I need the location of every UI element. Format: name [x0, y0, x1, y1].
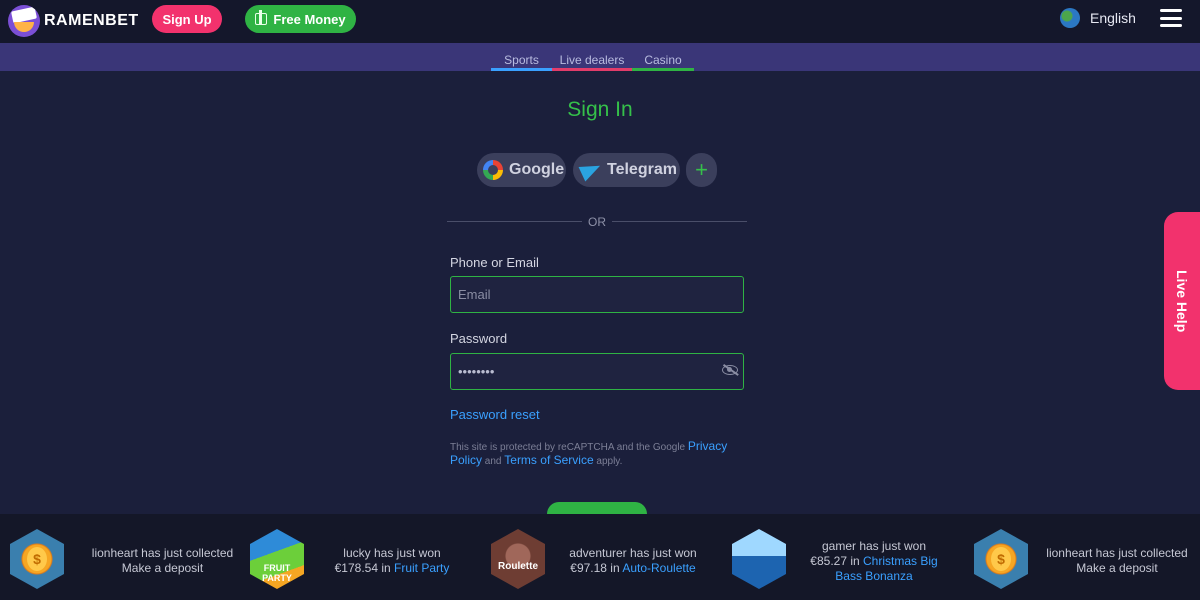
password-reset-link[interactable]: Password reset: [450, 407, 540, 422]
gift-icon: [255, 10, 268, 25]
category-tabs-bar: Sports Live dealers Casino: [0, 43, 1200, 71]
live-help-label: Live Help: [1174, 269, 1190, 333]
page-title: Sign In: [567, 98, 633, 121]
logo[interactable]: RAMENBET: [8, 5, 139, 37]
ticker-item[interactable]: Roulette adventurer has just won €97.18 …: [491, 514, 711, 600]
ticker-item[interactable]: gamer has just won €85.27 in Christmas B…: [732, 514, 962, 600]
telegram-label: Telegram: [607, 161, 677, 178]
ramen-bowl-icon: [8, 5, 40, 37]
password-label: Password: [450, 331, 508, 346]
language-selector[interactable]: English: [1060, 8, 1136, 28]
captcha-and: and: [482, 456, 505, 467]
plus-icon: +: [695, 157, 708, 182]
ticker-text: lionheart has just collected Make a depo…: [91, 546, 234, 575]
phone-email-label: Phone or Email: [450, 255, 539, 270]
captcha-prefix: This site is protected by reCAPTCHA and …: [450, 442, 688, 453]
winners-ticker: $ lionheart has just collected Make a de…: [0, 514, 1200, 600]
telegram-icon: [578, 158, 604, 182]
free-money-label: Free Money: [273, 11, 346, 27]
globe-icon: [1060, 8, 1080, 28]
category-tabs: Sports Live dealers Casino: [491, 43, 694, 71]
fruit-party-thumbnail: FRUIT PARTY: [250, 529, 304, 589]
language-label: English: [1090, 10, 1136, 26]
ticker-text: gamer has just won €85.27 in Christmas B…: [810, 539, 938, 583]
big-bass-thumbnail: [732, 529, 786, 589]
ticker-text: lionheart has just collected Make a depo…: [1046, 546, 1188, 575]
ticker-item[interactable]: FRUIT PARTY lucky has just won €178.54 i…: [250, 514, 470, 600]
or-separator: OR: [588, 215, 606, 229]
hamburger-menu-icon[interactable]: [1160, 9, 1182, 27]
more-login-options-button[interactable]: +: [686, 153, 717, 187]
ticker-item[interactable]: $ lionheart has just collected Make a de…: [974, 514, 1194, 600]
google-label: Google: [509, 161, 565, 178]
tab-casino[interactable]: Casino: [632, 43, 694, 71]
terms-of-service-link[interactable]: Terms of Service: [504, 453, 593, 467]
coin-icon: $: [974, 529, 1028, 589]
divider-left: [447, 221, 582, 222]
live-help-button[interactable]: Live Help: [1164, 212, 1200, 390]
tab-live-dealers[interactable]: Live dealers: [552, 43, 632, 71]
password-input[interactable]: [450, 353, 744, 390]
free-money-button[interactable]: Free Money: [245, 5, 356, 33]
roulette-thumbnail: Roulette: [491, 529, 545, 589]
google-icon: [483, 160, 503, 180]
logo-text: RAMENBET: [44, 12, 139, 29]
captcha-suffix: apply.: [593, 456, 623, 467]
ticker-text: lucky has just won €178.54 in Fruit Part…: [334, 546, 450, 575]
telegram-login-button[interactable]: Telegram: [573, 153, 680, 187]
tab-sports[interactable]: Sports: [491, 43, 552, 71]
ticker-item[interactable]: $ lionheart has just collected Make a de…: [10, 514, 240, 600]
coin-icon: $: [10, 529, 64, 589]
ticker-text: adventurer has just won €97.18 in Auto-R…: [569, 546, 697, 575]
signup-button[interactable]: Sign Up: [152, 5, 222, 33]
top-header: RAMENBET Sign Up Free Money English: [0, 0, 1200, 43]
recaptcha-notice: This site is protected by reCAPTCHA and …: [450, 440, 750, 468]
email-input[interactable]: [450, 276, 744, 313]
divider-right: [612, 221, 747, 222]
google-login-button[interactable]: Google: [477, 153, 566, 187]
